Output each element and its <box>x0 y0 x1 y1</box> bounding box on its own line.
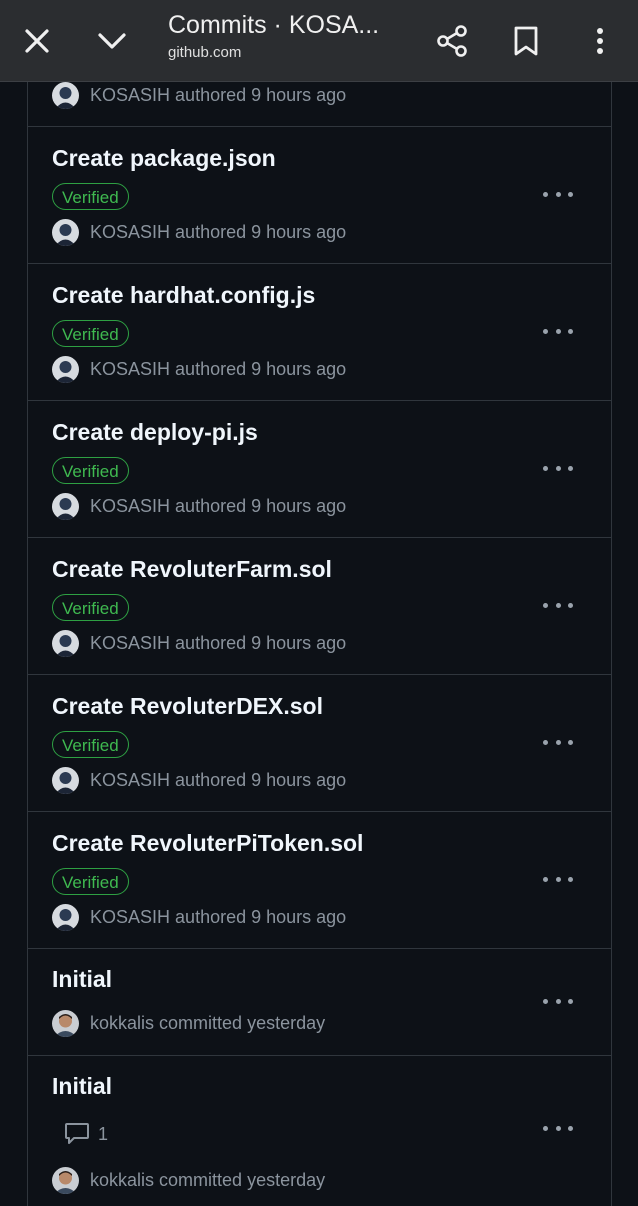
commit-item[interactable]: Create RevoluterFarm.sol Verified KOSASI… <box>28 538 611 675</box>
commit-title[interactable]: Create RevoluterFarm.sol <box>52 556 332 583</box>
bookmark-icon <box>514 26 538 56</box>
more-horizontal-icon <box>543 739 548 745</box>
commit-list: KOSASIH authored 9 hours ago Create pack… <box>27 50 612 1206</box>
bookmark-button[interactable] <box>500 0 552 82</box>
verified-badge[interactable]: Verified <box>52 868 129 895</box>
commit-meta: KOSASIH authored 9 hours ago <box>52 82 346 109</box>
commit-title[interactable]: Create RevoluterDEX.sol <box>52 693 323 720</box>
commit-item[interactable]: Create RevoluterPiToken.sol Verified KOS… <box>28 812 611 949</box>
commit-author[interactable]: kokkalis <box>90 1013 154 1033</box>
chevron-down-icon <box>98 33 126 49</box>
commit-time: authored 9 hours ago <box>175 907 347 927</box>
commit-time: authored 9 hours ago <box>175 85 347 105</box>
commit-actions-button[interactable] <box>543 737 573 747</box>
commit-author[interactable]: KOSASIH <box>90 496 170 516</box>
verified-badge[interactable]: Verified <box>52 731 129 758</box>
page-url: github.com <box>168 44 242 61</box>
commit-time: authored 9 hours ago <box>175 496 347 516</box>
avatar[interactable] <box>52 493 79 520</box>
commit-author[interactable]: KOSASIH <box>90 222 170 242</box>
collapse-button[interactable] <box>86 0 138 82</box>
commit-item[interactable]: Create package.json Verified KOSASIH aut… <box>28 127 611 264</box>
commit-title[interactable]: Create deploy-pi.js <box>52 419 258 446</box>
commit-meta: KOSASIH authored 9 hours ago <box>52 630 346 657</box>
commit-title[interactable]: Initial <box>52 1073 112 1100</box>
commit-author[interactable]: KOSASIH <box>90 633 170 653</box>
commit-title[interactable]: Create hardhat.config.js <box>52 282 315 309</box>
commit-author[interactable]: KOSASIH <box>90 359 170 379</box>
commit-actions-button[interactable] <box>543 1123 573 1133</box>
more-horizontal-icon <box>543 1125 548 1131</box>
browser-toolbar: Commits · KOSA... github.com <box>0 0 638 82</box>
page-title: Commits · KOSA... <box>168 11 380 39</box>
more-horizontal-icon <box>543 328 548 334</box>
commit-item[interactable]: Create RevoluterDEX.sol Verified KOSASIH… <box>28 675 611 812</box>
commit-actions-button[interactable] <box>543 463 573 473</box>
more-vert-icon <box>597 28 603 54</box>
more-menu-button[interactable] <box>576 0 624 82</box>
avatar[interactable] <box>52 82 79 109</box>
commit-actions-button[interactable] <box>543 996 573 1006</box>
commit-meta: KOSASIH authored 9 hours ago <box>52 904 346 931</box>
close-button[interactable] <box>12 0 62 82</box>
commit-time: authored 9 hours ago <box>175 359 347 379</box>
comment-count: 1 <box>98 1123 109 1144</box>
share-icon <box>437 25 467 57</box>
commit-time: authored 9 hours ago <box>175 222 347 242</box>
verified-badge[interactable]: Verified <box>52 320 129 347</box>
commit-author[interactable]: KOSASIH <box>90 85 170 105</box>
commit-meta: KOSASIH authored 9 hours ago <box>52 356 346 383</box>
verified-badge[interactable]: Verified <box>52 594 129 621</box>
more-horizontal-icon <box>543 465 548 471</box>
commit-title[interactable]: Create RevoluterPiToken.sol <box>52 830 363 857</box>
avatar[interactable] <box>52 1167 79 1194</box>
commit-time: authored 9 hours ago <box>175 633 347 653</box>
more-horizontal-icon <box>543 602 548 608</box>
commit-actions-button[interactable] <box>543 189 573 199</box>
avatar[interactable] <box>52 904 79 931</box>
more-horizontal-icon <box>543 998 548 1004</box>
commit-author[interactable]: kokkalis <box>90 1170 154 1190</box>
commit-meta: KOSASIH authored 9 hours ago <box>52 219 346 246</box>
verified-badge[interactable]: Verified <box>52 457 129 484</box>
avatar[interactable] <box>52 767 79 794</box>
commit-meta: KOSASIH authored 9 hours ago <box>52 493 346 520</box>
commit-meta: kokkalis committed yesterday <box>52 1010 325 1037</box>
commit-meta: kokkalis committed yesterday <box>52 1167 325 1194</box>
commit-item[interactable]: Create hardhat.config.js Verified KOSASI… <box>28 264 611 401</box>
commit-time: committed yesterday <box>159 1170 326 1190</box>
close-icon <box>25 29 49 53</box>
avatar[interactable] <box>52 219 79 246</box>
commit-title[interactable]: Create package.json <box>52 145 276 172</box>
commit-item[interactable]: Initial kokkalis committed yesterday <box>28 949 611 1056</box>
commit-time: authored 9 hours ago <box>175 770 347 790</box>
more-horizontal-icon <box>543 191 548 197</box>
commit-author[interactable]: KOSASIH <box>90 907 170 927</box>
commit-item[interactable]: Initial 1 kokkalis committed yesterday <box>28 1056 611 1206</box>
avatar[interactable] <box>52 630 79 657</box>
commit-actions-button[interactable] <box>543 326 573 336</box>
comment-icon <box>65 1123 89 1144</box>
commit-actions-button[interactable] <box>543 600 573 610</box>
commit-author[interactable]: KOSASIH <box>90 770 170 790</box>
commit-meta: KOSASIH authored 9 hours ago <box>52 767 346 794</box>
more-horizontal-icon <box>543 876 548 882</box>
share-button[interactable] <box>424 0 480 82</box>
commit-time: committed yesterday <box>159 1013 326 1033</box>
comment-count-link[interactable]: 1 <box>64 1122 108 1146</box>
commit-actions-button[interactable] <box>543 874 573 884</box>
avatar[interactable] <box>52 1010 79 1037</box>
commit-title[interactable]: Initial <box>52 966 112 993</box>
commit-item[interactable]: Create deploy-pi.js Verified KOSASIH aut… <box>28 401 611 538</box>
verified-badge[interactable]: Verified <box>52 183 129 210</box>
page-title-block[interactable]: Commits · KOSA... github.com <box>168 10 418 61</box>
avatar[interactable] <box>52 356 79 383</box>
